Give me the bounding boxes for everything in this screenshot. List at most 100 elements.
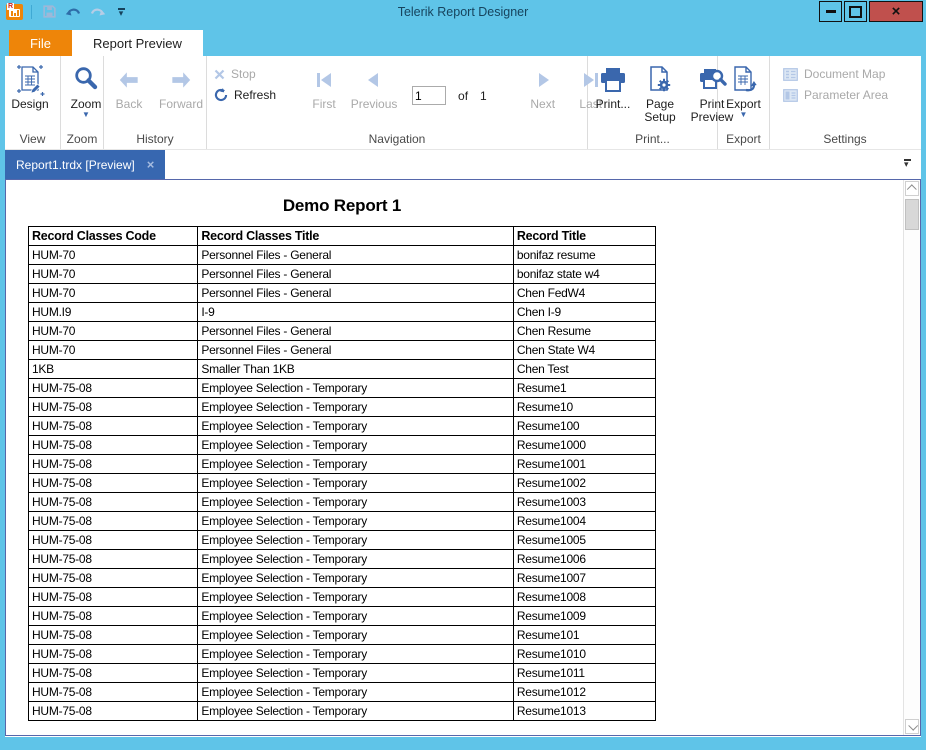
maximize-icon <box>849 6 862 18</box>
table-cell: Employee Selection - Temporary <box>198 493 514 512</box>
table-row: HUM.I9 I-9 Chen I-9 <box>29 303 656 322</box>
table-cell: HUM-75-08 <box>29 569 198 588</box>
document-map-label: Document Map <box>804 67 885 81</box>
tab-list-dropdown-icon[interactable]: ▾ <box>904 159 911 167</box>
column-header-record-classes-code: Record Classes Code <box>29 227 198 246</box>
table-row: HUM-75-08 Employee Selection - Temporary… <box>29 474 656 493</box>
ribbon-group-export: Export ▼ Export <box>718 56 770 149</box>
design-icon <box>14 62 46 98</box>
stop-refresh-stack: Stop Refresh <box>210 58 278 132</box>
print-button[interactable]: Print... <box>591 58 635 132</box>
table-cell: Resume1008 <box>513 588 655 607</box>
table-cell: Employee Selection - Temporary <box>198 683 514 702</box>
tab-file[interactable]: File <box>9 30 72 56</box>
table-cell: HUM-75-08 <box>29 417 198 436</box>
table-row: HUM-75-08 Employee Selection - Temporary… <box>29 398 656 417</box>
refresh-button[interactable]: Refresh <box>214 87 276 103</box>
stop-icon <box>214 69 225 80</box>
document-tab-report1[interactable]: Report1.trdx [Preview] × <box>5 150 165 179</box>
document-map-icon <box>783 68 798 81</box>
first-page-button[interactable]: First <box>302 58 346 132</box>
ribbon-tab-row: File Report Preview <box>0 23 926 56</box>
zoom-button[interactable]: Zoom ▼ <box>64 58 108 132</box>
minimize-button[interactable] <box>819 1 842 22</box>
titlebar: Telerik Report Designer R ▾ × <box>0 0 926 23</box>
table-cell: bonifaz resume <box>513 246 655 265</box>
table-cell: HUM-75-08 <box>29 626 198 645</box>
document-tab-strip: Report1.trdx [Preview] × ▾ <box>5 150 921 179</box>
export-icon <box>729 62 759 98</box>
table-cell: HUM-75-08 <box>29 512 198 531</box>
table-cell: HUM-75-08 <box>29 531 198 550</box>
table-cell: HUM-70 <box>29 322 198 341</box>
table-cell: Employee Selection - Temporary <box>198 626 514 645</box>
table-cell: HUM-75-08 <box>29 398 198 417</box>
scrollbar-thumb[interactable] <box>905 199 919 230</box>
table-row: HUM-70 Personnel Files - General Chen St… <box>29 341 656 360</box>
first-page-icon <box>313 62 335 98</box>
table-cell: Smaller Than 1KB <box>198 360 514 379</box>
group-label-navigation: Navigation <box>207 132 587 149</box>
close-button[interactable]: × <box>869 1 923 22</box>
back-label: Back <box>116 98 143 111</box>
previous-page-button[interactable]: Previous <box>352 58 396 132</box>
report-page: Demo Report 1 Record Classes Code Record… <box>6 180 903 735</box>
table-cell: Resume1010 <box>513 645 655 664</box>
chevron-down-icon <box>908 721 918 731</box>
vertical-scrollbar[interactable] <box>903 180 920 735</box>
export-button[interactable]: Export ▼ <box>722 58 766 132</box>
table-cell: HUM-75-08 <box>29 702 198 721</box>
forward-label: Forward <box>159 98 203 111</box>
group-label-export: Export <box>718 132 769 149</box>
parameter-area-button[interactable]: Parameter Area <box>783 87 888 103</box>
table-cell: HUM-75-08 <box>29 436 198 455</box>
scroll-down-button[interactable] <box>905 719 919 734</box>
table-cell: HUM-70 <box>29 284 198 303</box>
window-controls: × <box>817 1 923 22</box>
table-cell: Chen FedW4 <box>513 284 655 303</box>
table-row: HUM-75-08 Employee Selection - Temporary… <box>29 569 656 588</box>
table-cell: HUM-70 <box>29 246 198 265</box>
scroll-up-button[interactable] <box>905 181 919 196</box>
stop-label: Stop <box>231 67 256 81</box>
page-setup-icon <box>646 62 674 98</box>
maximize-button[interactable] <box>844 1 867 22</box>
design-button[interactable]: Design <box>8 58 52 132</box>
table-cell: bonifaz state w4 <box>513 265 655 284</box>
document-map-button[interactable]: Document Map <box>783 66 888 82</box>
table-cell: Resume100 <box>513 417 655 436</box>
column-header-record-title: Record Title <box>513 227 655 246</box>
table-cell: I-9 <box>198 303 514 322</box>
group-label-history: History <box>104 132 206 149</box>
page-setup-button[interactable]: Page Setup <box>637 58 683 132</box>
export-dropdown-icon: ▼ <box>740 112 748 118</box>
forward-button[interactable]: Forward <box>159 58 203 132</box>
app-icon[interactable]: R <box>6 4 23 20</box>
table-cell: HUM-75-08 <box>29 550 198 569</box>
table-cell: Personnel Files - General <box>198 341 514 360</box>
table-row: HUM-70 Personnel Files - General bonifaz… <box>29 246 656 265</box>
tab-report-preview[interactable]: Report Preview <box>72 30 203 56</box>
page-of-label: of <box>458 89 468 103</box>
ribbon-group-zoom: Zoom ▼ Zoom <box>61 56 104 149</box>
table-row: HUM-75-08 Employee Selection - Temporary… <box>29 702 656 721</box>
table-cell: Personnel Files - General <box>198 322 514 341</box>
minimize-icon <box>826 10 836 13</box>
table-cell: Resume1002 <box>513 474 655 493</box>
table-cell: Resume1009 <box>513 607 655 626</box>
table-row: HUM-75-08 Employee Selection - Temporary… <box>29 512 656 531</box>
table-cell: Employee Selection - Temporary <box>198 512 514 531</box>
table-cell: Employee Selection - Temporary <box>198 607 514 626</box>
table-row: HUM-75-08 Employee Selection - Temporary… <box>29 607 656 626</box>
next-page-button[interactable]: Next <box>521 58 565 132</box>
document-tab-close-icon[interactable]: × <box>147 158 155 171</box>
design-label: Design <box>11 98 48 111</box>
page-number-input[interactable] <box>412 86 446 105</box>
table-cell: HUM-70 <box>29 265 198 284</box>
table-row: HUM-75-08 Employee Selection - Temporary… <box>29 417 656 436</box>
report-table: Record Classes Code Record Classes Title… <box>28 226 656 721</box>
table-cell: Employee Selection - Temporary <box>198 455 514 474</box>
stop-button[interactable]: Stop <box>214 66 276 82</box>
back-button[interactable]: Back <box>107 58 151 132</box>
table-cell: HUM-75-08 <box>29 607 198 626</box>
